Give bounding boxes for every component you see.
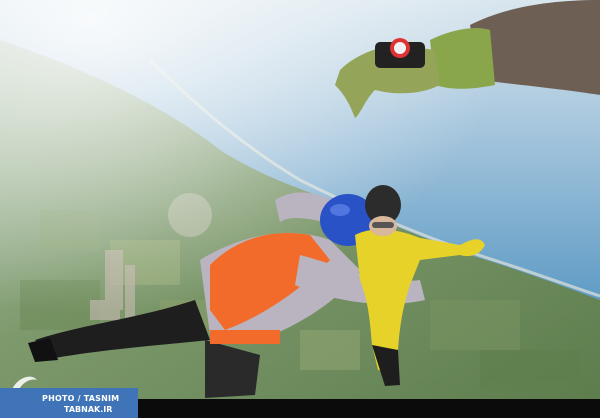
photo-credit-text: PHOTO / TASNIM bbox=[42, 394, 120, 403]
skydiving-photo bbox=[0, 0, 600, 418]
site-credit-text: TABNAK.IR bbox=[64, 405, 113, 414]
photo-credit-badge: PHOTO / TASNIM TABNAK.IR bbox=[0, 388, 138, 418]
